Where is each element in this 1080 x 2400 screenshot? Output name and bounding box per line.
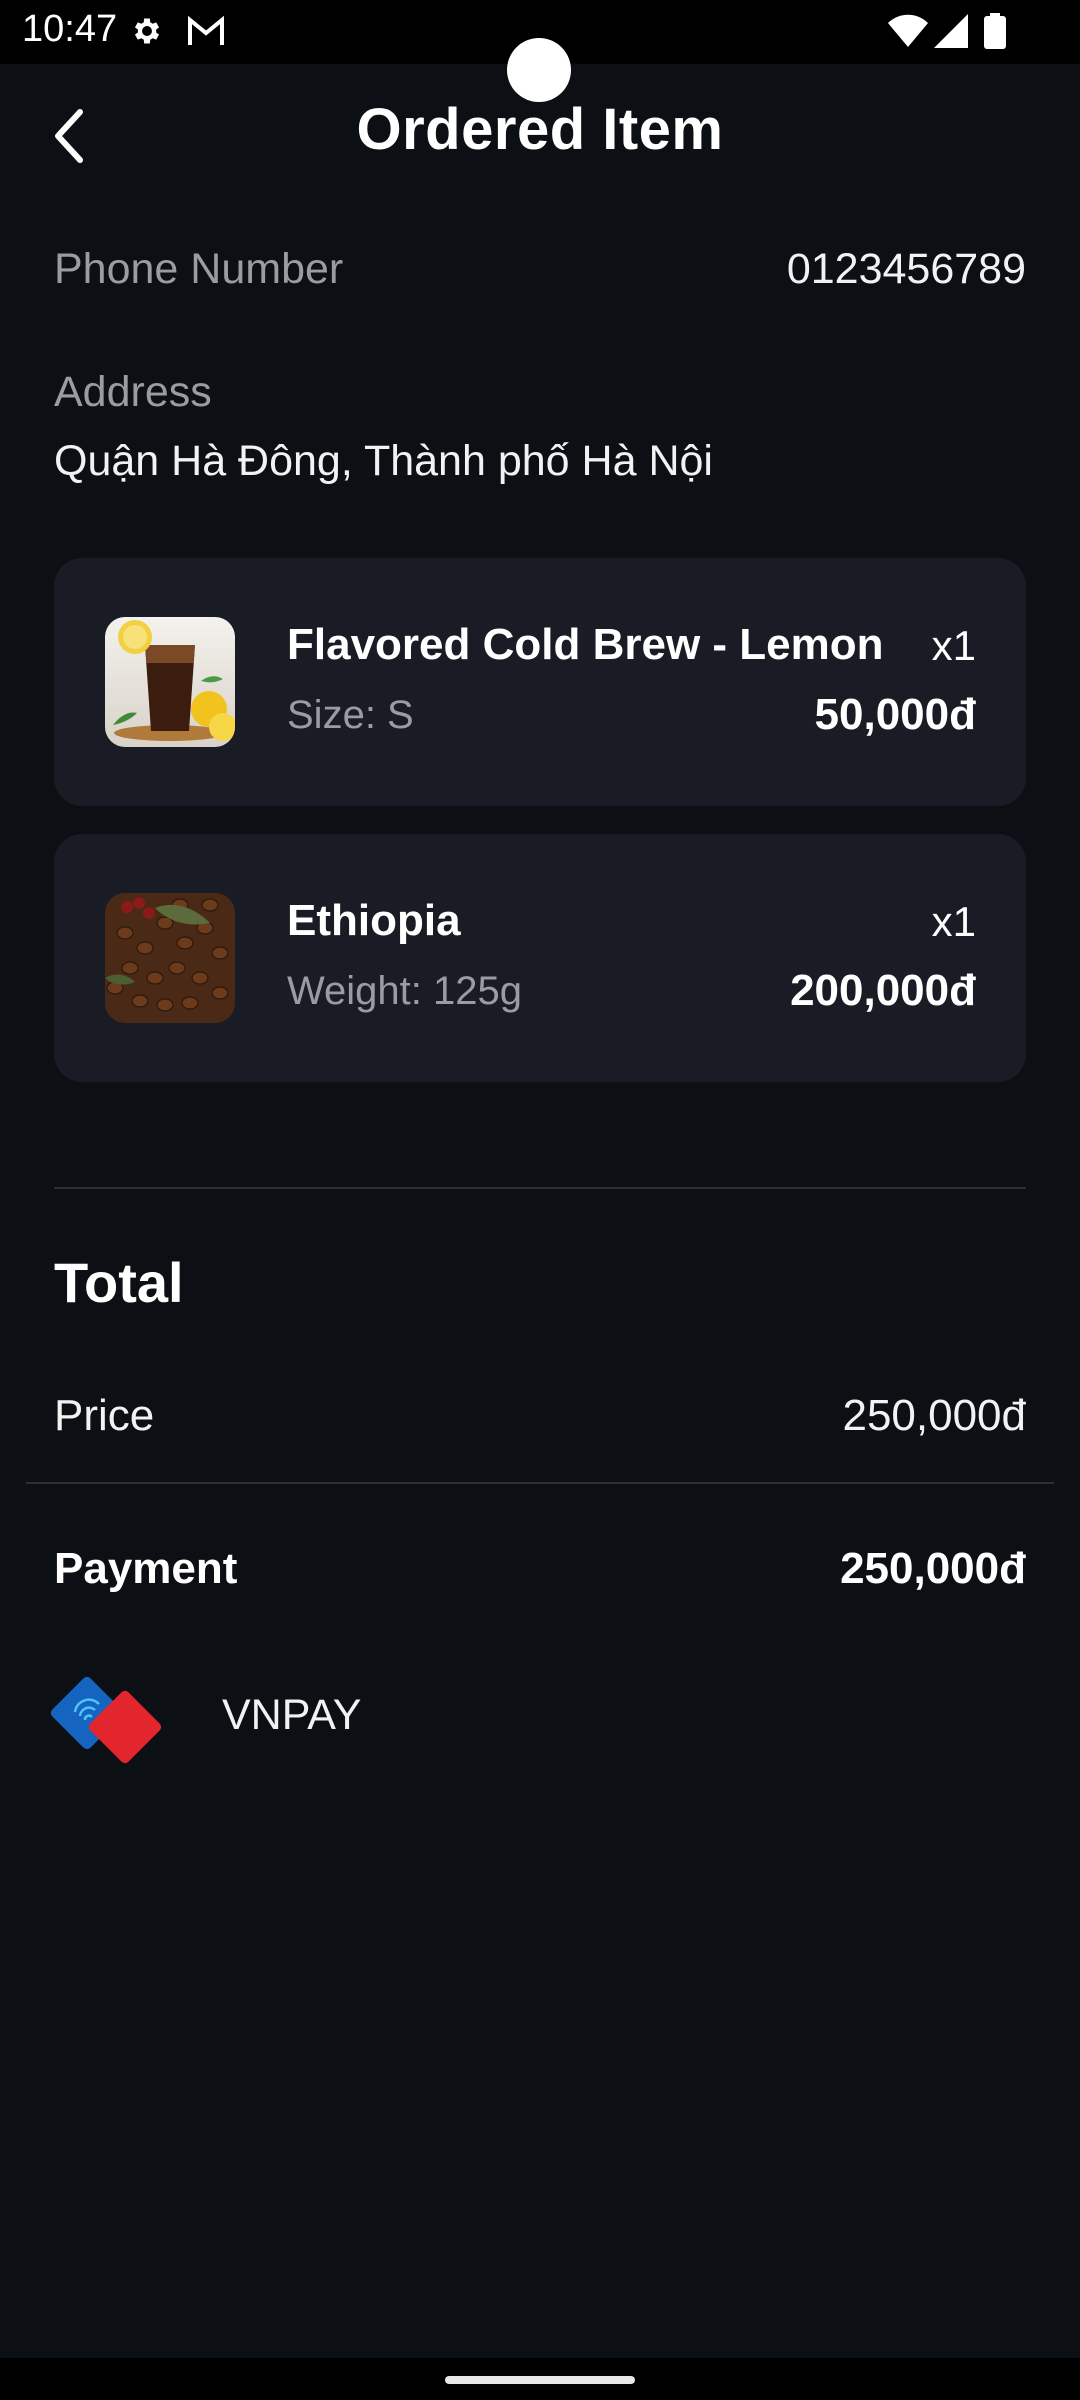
payment-method-name[interactable]: VNPAY xyxy=(222,1691,361,1740)
order-item-card[interactable]: Ethiopia Weight: 125g x1 200,000đ xyxy=(54,834,1026,1082)
battery-icon xyxy=(984,13,1006,49)
price-label: Price xyxy=(54,1391,155,1440)
payment-value: 250,000đ xyxy=(840,1544,1026,1593)
home-gesture-bar[interactable] xyxy=(445,2376,635,2384)
phone-value: 0123456789 xyxy=(786,245,1026,293)
item-size: Size: S xyxy=(287,693,414,737)
item-price: 50,000đ xyxy=(814,690,976,739)
item-name: Ethiopia xyxy=(287,896,461,945)
order-detail-screen: 10:47 Ordered Item Phone Number 01234567… xyxy=(0,0,1080,2400)
summary-divider xyxy=(26,1482,1054,1484)
section-divider xyxy=(54,1187,1026,1189)
signal-icon xyxy=(934,14,968,48)
item-weight: Weight: 125g xyxy=(287,969,522,1013)
phone-label: Phone Number xyxy=(54,245,344,293)
gmail-icon xyxy=(188,15,224,45)
vnpay-logo xyxy=(50,1676,162,1764)
order-item-card[interactable]: Flavored Cold Brew - Lemon Size: S x1 50… xyxy=(54,558,1026,806)
item-quantity: x1 xyxy=(931,622,976,669)
address-label: Address xyxy=(54,368,212,416)
item-price: 200,000đ xyxy=(790,966,976,1015)
iced-coffee-lemon-image xyxy=(105,617,235,747)
address-value: Quận Hà Đông, Thành phố Hà Nội xyxy=(54,437,713,485)
wifi-icon xyxy=(888,14,928,47)
price-value: 250,000đ xyxy=(842,1391,1026,1440)
coffee-beans-image xyxy=(105,893,235,1023)
item-quantity: x1 xyxy=(931,898,976,945)
payment-label: Payment xyxy=(54,1544,238,1593)
status-time: 10:47 xyxy=(22,8,118,50)
item-name: Flavored Cold Brew - Lemon xyxy=(287,620,884,669)
total-heading: Total xyxy=(54,1251,184,1314)
page-title: Ordered Item xyxy=(356,97,724,162)
gear-icon xyxy=(134,18,160,44)
camera-cutout xyxy=(507,38,571,102)
